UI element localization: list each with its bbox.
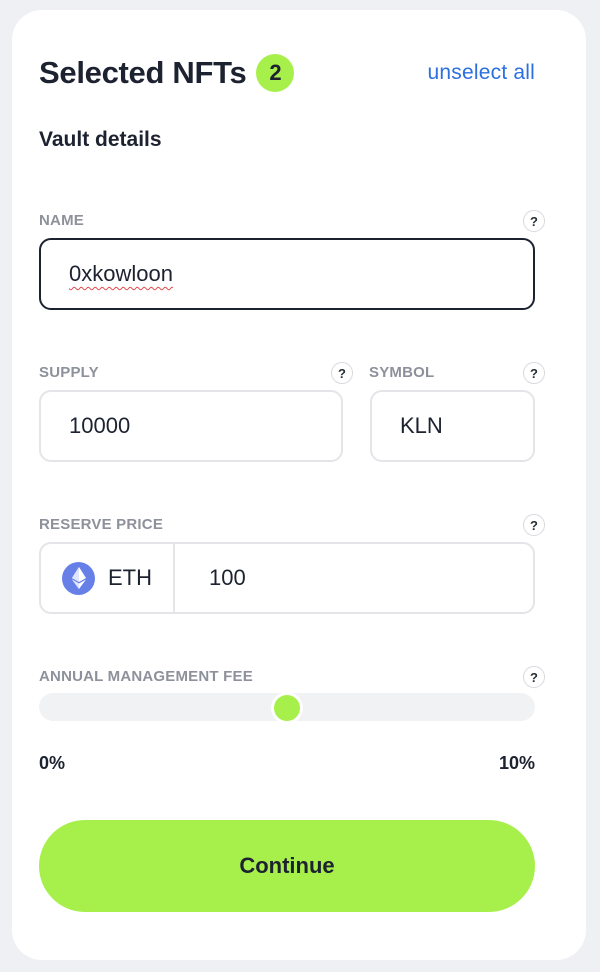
unselect-all-link[interactable]: unselect all	[428, 61, 535, 85]
symbol-value: KLN	[400, 413, 443, 438]
title-group: Selected NFTs 2	[39, 54, 295, 92]
continue-button[interactable]: Continue	[39, 820, 535, 912]
reserve-price-help-icon[interactable]: ?	[523, 514, 545, 536]
symbol-help-icon[interactable]: ?	[523, 362, 545, 384]
reserve-price-input[interactable]: 100	[175, 544, 533, 612]
management-fee-slider-thumb[interactable]	[274, 695, 300, 721]
selected-count-badge: 2	[256, 54, 295, 92]
fee-max-label: 10%	[498, 753, 535, 773]
supply-input[interactable]: 10000	[39, 390, 343, 462]
name-label: NAME	[39, 212, 84, 229]
page-title: Selected NFTs	[39, 55, 247, 90]
management-fee-help-icon[interactable]: ?	[523, 666, 545, 688]
reserve-price-value: 100	[209, 565, 246, 590]
name-help-icon[interactable]: ?	[523, 210, 545, 232]
vault-name-value: 0xkowloon	[69, 261, 173, 286]
reserve-price-label: RESERVE PRICE	[39, 516, 164, 533]
supply-label: SUPPLY	[39, 364, 99, 381]
vault-details-title: Vault details	[39, 128, 162, 151]
fee-min-label: 0%	[39, 753, 66, 773]
reserve-price-field: ETH 100	[39, 542, 535, 614]
currency-selector[interactable]: ETH	[41, 544, 175, 612]
symbol-label: SYMBOL	[369, 364, 435, 381]
symbol-input[interactable]: KLN	[370, 390, 535, 462]
supply-help-icon[interactable]: ?	[331, 362, 353, 384]
ethereum-icon	[62, 561, 95, 595]
currency-label: ETH	[108, 565, 152, 590]
vault-card	[12, 10, 586, 960]
selected-nfts-header: Selected NFTs 2 unselect all	[39, 50, 535, 96]
vault-name-input[interactable]: 0xkowloon	[39, 238, 535, 310]
management-fee-label: ANNUAL MANAGEMENT FEE	[39, 668, 253, 685]
supply-value: 10000	[69, 413, 131, 438]
